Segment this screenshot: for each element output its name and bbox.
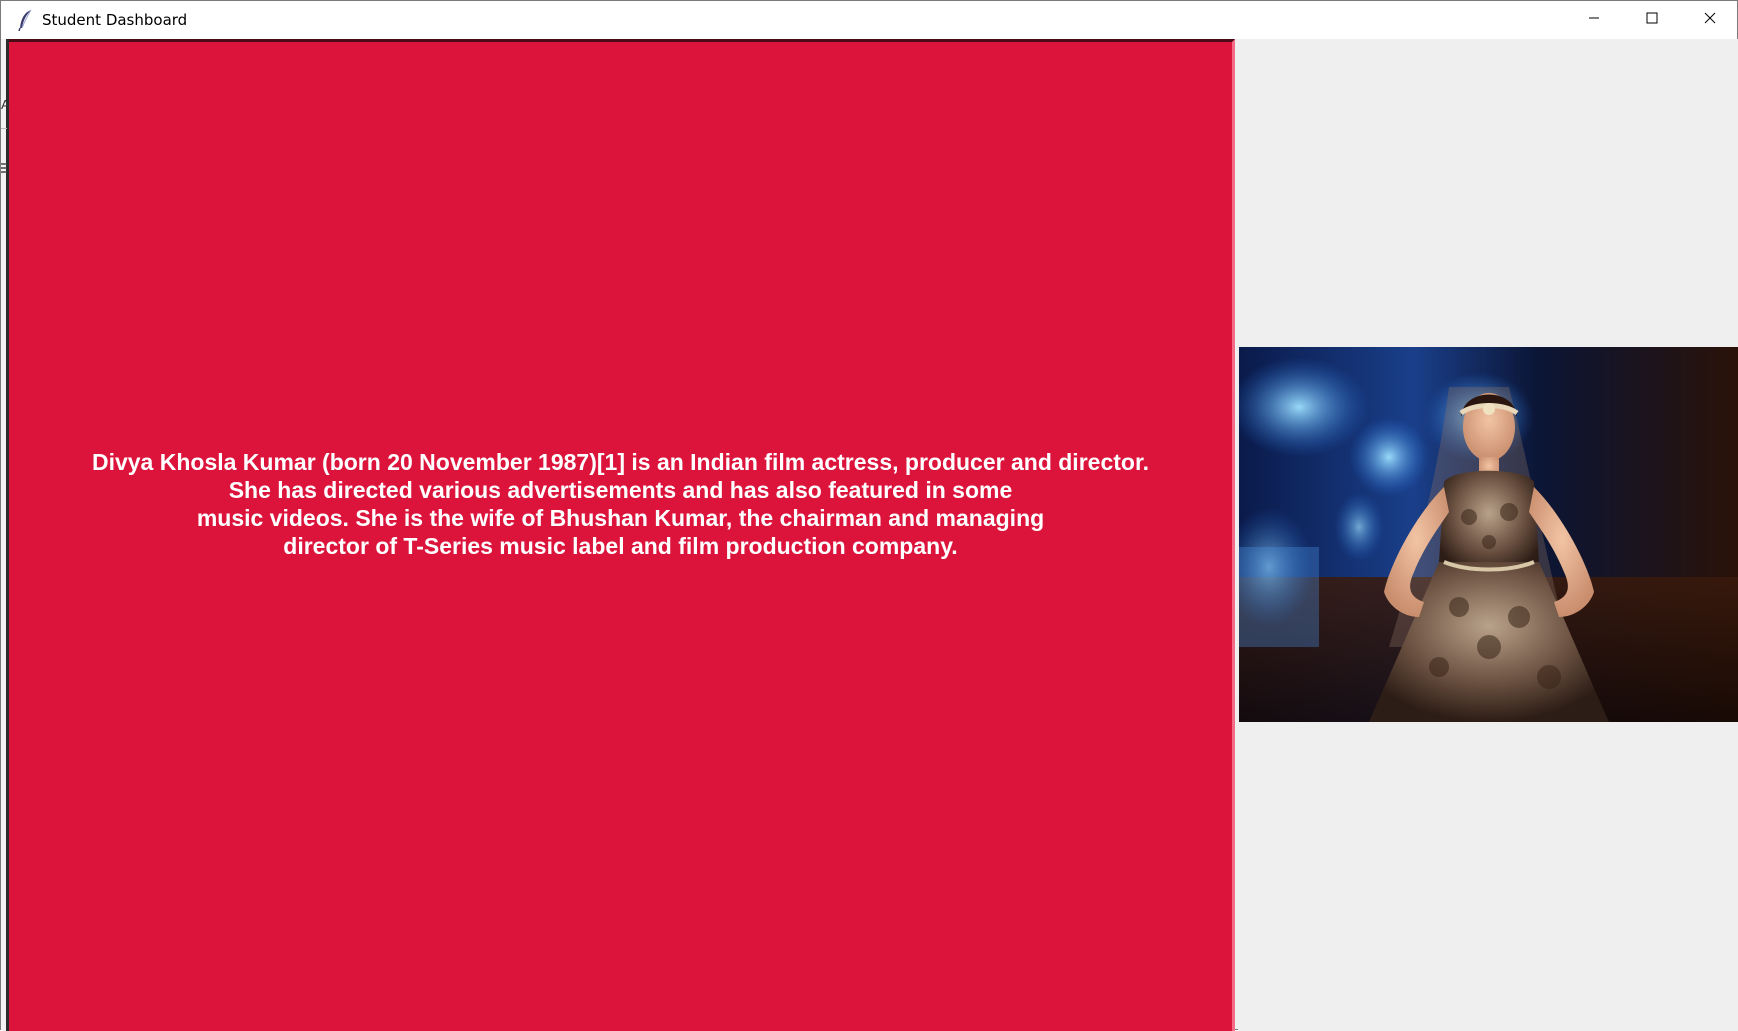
- feather-icon: [17, 9, 35, 32]
- left-edge-strip: [1, 39, 9, 1031]
- close-icon: [1704, 11, 1716, 29]
- maximize-button[interactable]: [1623, 1, 1681, 39]
- close-button[interactable]: [1681, 1, 1738, 39]
- window-title: Student Dashboard: [42, 11, 188, 29]
- app-window: Student Dashboard A Divya Khosla Kumar (…: [0, 0, 1738, 1031]
- bio-text: Divya Khosla Kumar (born 20 November 198…: [91, 449, 1150, 559]
- maximize-icon: [1646, 11, 1658, 29]
- background-menu-icon: [1, 161, 7, 173]
- background-divider: [1, 128, 7, 129]
- minimize-icon: [1588, 11, 1600, 29]
- photo-image: [1239, 347, 1738, 722]
- minimize-button[interactable]: [1565, 1, 1623, 39]
- title-bar[interactable]: Student Dashboard: [1, 1, 1737, 39]
- bio-panel: Divya Khosla Kumar (born 20 November 198…: [9, 39, 1235, 1031]
